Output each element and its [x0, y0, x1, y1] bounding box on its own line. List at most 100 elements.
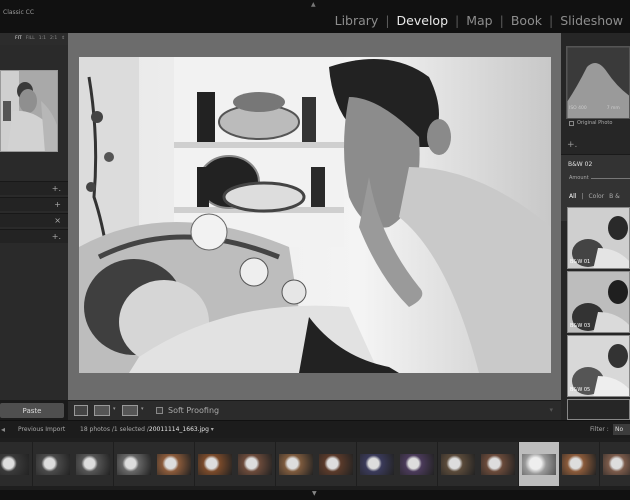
panel-add-icon[interactable]: +: [54, 200, 61, 209]
module-separator: |: [385, 13, 390, 28]
filmstrip-thumbnail-image: [440, 454, 475, 475]
source-previous-import[interactable]: Previous Import: [18, 426, 65, 433]
histogram-info: ISO 400 7 mm: [569, 106, 620, 111]
profile-label: B&W 05: [570, 387, 591, 393]
module-map[interactable]: Map: [463, 13, 495, 28]
yy-view-button[interactable]: [122, 405, 138, 416]
panel-section-collections[interactable]: +.: [0, 229, 68, 243]
original-photo-checkbox[interactable]: [569, 120, 574, 126]
panel-section-history[interactable]: ×: [0, 213, 68, 227]
filmstrip: [0, 438, 630, 490]
filmstrip-thumbnail[interactable]: [437, 442, 478, 486]
filter-separator: |: [581, 193, 584, 200]
app-title: Classic CC: [3, 9, 35, 16]
filmstrip-thumbnail[interactable]: [316, 442, 356, 486]
filter-label: Filter :: [590, 426, 609, 433]
profile-thumbnail-bw05[interactable]: B&W 05: [567, 335, 630, 397]
profile-thumbnail-bw03[interactable]: B&W 03: [567, 271, 630, 333]
filmstrip-thumbnail[interactable]: [32, 442, 73, 486]
yy-dropdown-icon[interactable]: ▾: [141, 406, 144, 412]
zoom-1-1[interactable]: 1:1: [39, 36, 46, 41]
selected-filename: 20011114_1663.jpg: [148, 426, 209, 433]
module-picker: Library | Develop | Map | Book | Slidesh…: [332, 13, 626, 28]
zoom-fill[interactable]: FILL: [26, 36, 35, 41]
filmstrip-thumbnail[interactable]: [599, 442, 630, 486]
filmstrip-thumbnail[interactable]: [235, 442, 275, 486]
right-panel: ISO 400 7 mm Original Photo +. B&W 02 Am…: [561, 33, 630, 420]
panel-section-presets[interactable]: +.: [0, 181, 68, 195]
filmstrip-thumbnail[interactable]: [478, 442, 518, 486]
filmstrip-thumbnail-image: [319, 454, 353, 475]
filmstrip-thumbnail-image: [562, 454, 596, 475]
focal-length: 7 mm: [606, 106, 620, 111]
current-profile-name: B&W 02: [568, 161, 593, 168]
filmstrip-thumbnail-image: [197, 454, 232, 475]
filmstrip-thumbnail-image: [481, 454, 515, 475]
filter-all[interactable]: All: [569, 193, 576, 200]
navigator-header: FIT FILL 1:1 2:1 ⇕: [0, 33, 68, 45]
filmstrip-thumbnail-image: [116, 454, 151, 475]
before-after-dropdown-icon[interactable]: ▾: [113, 406, 116, 412]
profile-label: B&W 03: [570, 323, 591, 329]
toolbar-menu-icon[interactable]: ▾: [549, 406, 553, 414]
filmstrip-thumbnail[interactable]: [154, 442, 194, 486]
collapse-filmstrip-icon[interactable]: ▼: [312, 490, 317, 497]
module-slideshow[interactable]: Slideshow: [557, 13, 626, 28]
filter-bw[interactable]: B &: [609, 193, 620, 200]
loupe-view-button[interactable]: [74, 405, 88, 416]
soft-proofing-checkbox[interactable]: [156, 407, 163, 414]
filter-color[interactable]: Color: [588, 193, 604, 200]
module-separator: |: [499, 13, 504, 28]
amount-label: Amount: [569, 175, 589, 181]
module-book[interactable]: Book: [508, 13, 545, 28]
panel-add-icon[interactable]: +.: [52, 184, 61, 193]
filmstrip-thumbnail-image: [0, 454, 29, 475]
filmstrip-thumbnail[interactable]: [275, 442, 316, 486]
profile-thumbnail-bw01[interactable]: B&W 01: [567, 207, 630, 269]
main-photo[interactable]: [79, 57, 551, 373]
zoom-dropdown-icon[interactable]: ⇕: [61, 36, 65, 41]
paste-button[interactable]: Paste: [0, 403, 64, 418]
filmstrip-thumbnail[interactable]: [518, 442, 559, 486]
navigator-zoom-options: FIT FILL 1:1 2:1 ⇕: [15, 36, 65, 41]
filmstrip-thumbnail[interactable]: [73, 442, 113, 486]
zoom-fit[interactable]: FIT: [15, 36, 22, 41]
module-separator: |: [548, 13, 554, 28]
original-photo-label: Original Photo: [577, 120, 613, 126]
filmstrip-thumbnail[interactable]: [356, 442, 397, 486]
filmstrip-thumbnail[interactable]: [194, 442, 235, 486]
filmstrip-thumbnail[interactable]: [0, 442, 32, 486]
filmstrip-info[interactable]: 18 photos /1 selected /20011114_1663.jpg…: [80, 426, 214, 433]
navigator-preview[interactable]: [0, 70, 58, 152]
top-bar: Classic CC ▲ Library | Develop | Map | B…: [0, 0, 630, 33]
amount-slider[interactable]: [591, 178, 630, 179]
left-panel: FIT FILL 1:1 2:1 ⇕ +. + × +.: [0, 33, 68, 400]
filmstrip-thumbnail[interactable]: [559, 442, 599, 486]
filmstrip-thumbnail-image: [602, 454, 630, 475]
filter-dropdown[interactable]: No: [613, 424, 630, 435]
panel-add-icon[interactable]: +.: [52, 232, 61, 241]
profile-filters: All | Color B &: [569, 193, 620, 200]
collapse-top-panel-icon[interactable]: ▲: [311, 1, 316, 8]
profile-browser-add-icon[interactable]: +.: [567, 140, 577, 150]
zoom-2-1[interactable]: 2:1: [50, 36, 57, 41]
filmstrip-thumbnail-image: [35, 454, 70, 475]
before-after-button[interactable]: [94, 405, 110, 416]
module-develop[interactable]: Develop: [394, 13, 451, 28]
panel-clear-icon[interactable]: ×: [54, 216, 61, 225]
profile-label: B&W 01: [570, 259, 591, 265]
filmstrip-back-icon[interactable]: ◂: [1, 425, 5, 434]
panel-section-snapshots[interactable]: +: [0, 197, 68, 211]
profile-thumbnail-next[interactable]: [567, 399, 630, 420]
develop-toolbar: ▾ ▾ Soft Proofing ▾: [68, 400, 561, 420]
filmstrip-thumbnail[interactable]: [113, 442, 154, 486]
filmstrip-bar: ◂ Previous Import 18 photos /1 selected …: [0, 420, 630, 438]
filmstrip-thumbnail-image: [278, 454, 313, 475]
filmstrip-thumbnail-image: [400, 454, 434, 475]
module-separator: |: [455, 13, 460, 28]
image-canvas: [68, 33, 561, 400]
original-photo-toggle[interactable]: Original Photo: [569, 120, 612, 126]
module-library[interactable]: Library: [332, 13, 382, 28]
soft-proofing-label: Soft Proofing: [168, 406, 220, 415]
filmstrip-thumbnail[interactable]: [397, 442, 437, 486]
